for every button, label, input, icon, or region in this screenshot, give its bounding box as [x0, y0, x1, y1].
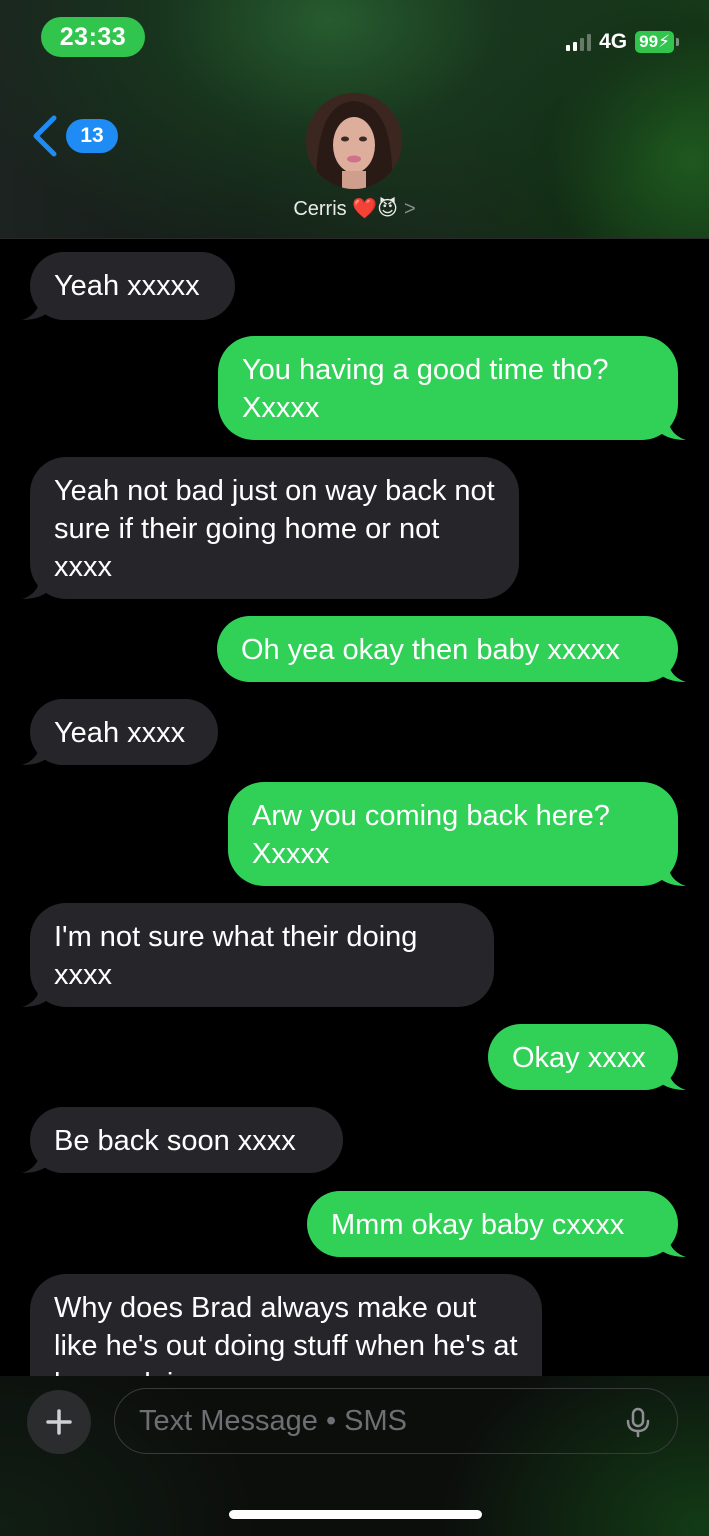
outgoing-message[interactable]: Arw you coming back here? Xxxxx — [228, 782, 678, 886]
back-button[interactable]: 13 — [28, 114, 118, 158]
contact-avatar[interactable] — [306, 93, 402, 189]
conversation-header: 23:33 4G 99⚡ 13 Cerris ❤️😈 > — [0, 0, 709, 239]
bubble-tail — [22, 575, 46, 599]
bubble-tail — [22, 983, 46, 1007]
outgoing-message[interactable]: Okay xxxx — [488, 1024, 678, 1090]
status-time: 23:33 — [41, 17, 145, 57]
incoming-message[interactable]: I'm not sure what their doing xxxx — [30, 903, 494, 1007]
status-indicators: 4G 99⚡ — [566, 30, 679, 54]
charging-bolt-icon: ⚡ — [658, 32, 670, 51]
chevron-left-icon — [33, 115, 57, 157]
contact-name: Cerris ❤️😈 — [293, 198, 398, 220]
message-thread[interactable]: Yeah xxxxx You having a good time tho? X… — [0, 238, 709, 1376]
bubble-tail — [662, 1066, 686, 1090]
composer-bar — [0, 1376, 709, 1536]
bubble-tail — [22, 296, 46, 320]
bubble-tail — [662, 416, 686, 440]
incoming-message[interactable]: Why does Brad always make out like he's … — [30, 1274, 542, 1376]
bubble-tail — [662, 862, 686, 886]
network-label: 4G — [599, 30, 628, 53]
bubble-tail — [22, 1149, 46, 1173]
battery-icon: 99⚡ — [635, 31, 679, 53]
contact-name-button[interactable]: Cerris ❤️😈 > — [0, 196, 709, 221]
bubble-tail — [662, 658, 686, 682]
bubble-tail — [22, 741, 46, 765]
incoming-message[interactable]: Yeah not bad just on way back not sure i… — [30, 457, 519, 599]
avatar-photo — [306, 93, 402, 189]
incoming-message[interactable]: Be back soon xxxx — [30, 1107, 343, 1173]
incoming-message[interactable]: Yeah xxxxx — [30, 252, 235, 320]
outgoing-message[interactable]: Oh yea okay then baby xxxxx — [217, 616, 678, 682]
microphone-icon[interactable] — [622, 1406, 654, 1438]
message-input[interactable] — [114, 1388, 678, 1454]
unread-count-badge: 13 — [66, 119, 118, 153]
incoming-message[interactable]: Yeah xxxx — [30, 699, 218, 765]
outgoing-message[interactable]: You having a good time tho? Xxxxx — [218, 336, 678, 440]
chevron-right-icon: > — [403, 198, 416, 220]
signal-icon — [566, 33, 592, 51]
add-attachment-button[interactable] — [27, 1390, 91, 1454]
battery-level: 99 — [639, 32, 659, 51]
plus-icon — [46, 1409, 72, 1435]
bubble-tail — [662, 1233, 686, 1257]
outgoing-message[interactable]: Mmm okay baby cxxxx — [307, 1191, 678, 1257]
home-indicator — [229, 1510, 482, 1519]
